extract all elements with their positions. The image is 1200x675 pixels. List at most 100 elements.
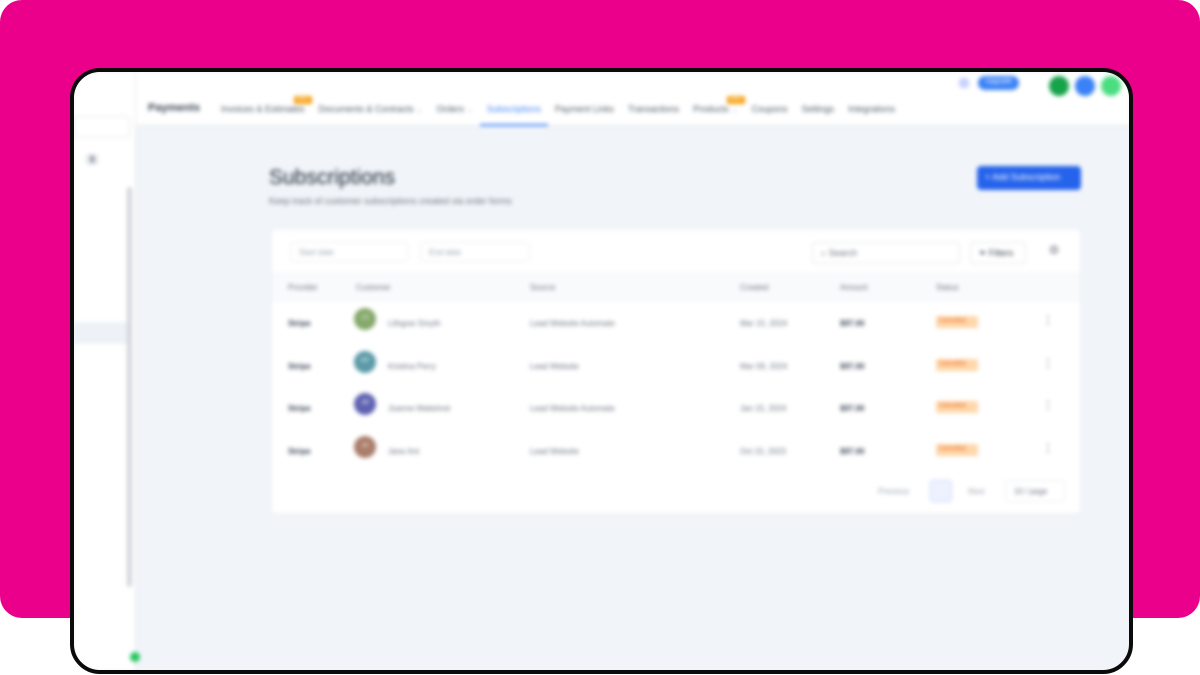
avatar: LS	[354, 308, 376, 330]
column-header-status[interactable]: Status	[936, 283, 959, 292]
tab-coupons[interactable]: Coupons	[745, 94, 795, 126]
source-cell: Lead Website	[530, 446, 579, 456]
table-row[interactable]: Stripe KP Kristina Perry Lead Website Mar 09…	[272, 345, 1080, 387]
sidebar-item-payments[interactable]	[74, 322, 132, 344]
more-options-icon[interactable]: ⋮	[1042, 356, 1054, 370]
tab-documents-contracts[interactable]: Documents & Contracts ⌄	[312, 94, 430, 126]
sidebar-balance: $	[82, 154, 130, 168]
tab-label: Coupons	[751, 104, 788, 114]
tab-integrations[interactable]: Integrations	[841, 94, 902, 126]
filter-icon: ⏷	[979, 248, 987, 258]
created-date: Jan 15, 2024	[740, 404, 787, 413]
filters-button[interactable]: ⏷ Filters	[970, 242, 1026, 264]
source-cell: Lead Website Automate	[530, 319, 615, 328]
customer-name[interactable]: Kristina Perry	[388, 362, 436, 371]
tab-invoices-estimates[interactable]: Invoices & Estimates NEW	[214, 94, 312, 126]
customer-name[interactable]: Lithgow Smyth	[388, 319, 440, 328]
pagination-previous[interactable]: Previous	[878, 487, 909, 496]
subscriptions-table-card: Start date End date ⌕ Search ⏷ Filters ⚙…	[271, 229, 1081, 514]
tab-transactions[interactable]: Transactions	[621, 94, 686, 126]
upgrade-button[interactable]: Upgrade	[978, 76, 1019, 90]
avatar: JM	[354, 393, 376, 415]
tab-settings[interactable]: Settings	[795, 94, 842, 126]
chevron-down-icon: ⌄	[416, 107, 423, 114]
table-row[interactable]: Stripe JA Jane Ant Lead Website Oct 15, 2023…	[272, 430, 1080, 472]
tab-subscriptions[interactable]: Subscriptions	[479, 94, 548, 126]
more-options-icon[interactable]: ⋮	[1042, 313, 1054, 327]
pagination-next[interactable]: Next	[968, 487, 984, 496]
page-brand: Payments	[148, 102, 200, 114]
column-header-amount[interactable]: Amount	[840, 283, 868, 292]
search-input[interactable]: ⌕ Search	[812, 242, 960, 264]
gear-icon[interactable]: ⚙	[1044, 243, 1064, 263]
status-badge: Cancelled	[936, 358, 978, 371]
tab-orders[interactable]: Orders ⌄	[429, 94, 479, 126]
tab-label: Products	[693, 104, 729, 114]
provider-cell: Stripe	[288, 446, 311, 456]
column-header-created[interactable]: Created	[740, 283, 768, 292]
table-header: Provider Customer Source Created Amount …	[272, 272, 1080, 302]
created-date: Oct 15, 2023	[740, 446, 786, 456]
column-header-provider[interactable]: Provider	[288, 283, 318, 292]
source-cell: Lead Website	[530, 361, 579, 371]
more-options-icon[interactable]: ⋮	[1042, 441, 1054, 455]
page-subtitle: Keep track of customer subscriptions cre…	[269, 196, 512, 206]
provider-cell: Stripe	[288, 404, 311, 413]
column-header-source[interactable]: Source	[530, 283, 555, 292]
column-header-customer[interactable]: Customer	[356, 283, 391, 292]
status-badge: Cancelled	[936, 316, 978, 328]
tab-label: Integrations	[848, 104, 896, 114]
created-date: Mar 15, 2024	[740, 319, 788, 328]
more-options-icon[interactable]: ⋮	[1042, 398, 1054, 412]
new-badge: NEW	[293, 96, 312, 104]
source-cell: Lead Website Automate	[530, 404, 615, 413]
provider-cell: Stripe	[288, 361, 311, 371]
page-title: Subscriptions	[269, 166, 396, 189]
new-badge: NEW	[726, 96, 745, 104]
tab-label: Subscriptions	[486, 104, 541, 114]
sidebar: $	[74, 72, 140, 670]
end-date-select[interactable]: End date	[420, 242, 530, 262]
user-avatar[interactable]	[1101, 76, 1121, 96]
tab-label: Documents & Contracts	[318, 104, 414, 114]
customer-name[interactable]: Jane Ant	[388, 447, 419, 456]
chevron-down-icon: ⌄	[731, 107, 738, 114]
sidebar-balance-tag: $	[86, 154, 99, 165]
tab-products[interactable]: Products ⌄ NEW	[686, 94, 745, 126]
tab-label: Invoices & Estimates	[221, 104, 305, 114]
customer-name[interactable]: Joanne Mattehret	[388, 404, 450, 413]
start-date-select[interactable]: Start date	[290, 242, 408, 262]
status-badge: Cancelled	[936, 443, 978, 456]
chevron-down-icon: ⌄	[466, 107, 473, 114]
avatar: KP	[354, 350, 376, 373]
add-subscription-button[interactable]: + Add Subscription	[977, 166, 1081, 190]
sidebar-location-select[interactable]	[74, 116, 130, 138]
upgrade-icon	[959, 78, 969, 88]
edit-icon[interactable]	[1075, 76, 1095, 96]
tab-label: Payment Links	[554, 104, 614, 114]
tab-payment-links[interactable]: Payment Links	[548, 94, 621, 126]
tab-label: Settings	[801, 104, 835, 114]
page-size-select[interactable]: 10 / page	[1005, 480, 1065, 502]
tab-list: Invoices & Estimates NEW Documents & Contr…	[214, 94, 902, 126]
created-date: Mar 09, 2024	[740, 361, 788, 371]
amount-cell: $97.00	[840, 319, 865, 328]
sidebar-scrollbar[interactable]	[127, 187, 132, 587]
device-frame: $ Payments Invoices & Estimates NEW Docume…	[70, 68, 1133, 674]
amount-cell: $97.00	[840, 404, 865, 413]
tab-label: Transactions	[627, 104, 680, 114]
search-placeholder: Search	[828, 248, 858, 258]
top-navigation: Payments Invoices & Estimates NEW Document…	[136, 72, 1129, 126]
amount-cell: $97.00	[840, 361, 865, 371]
tab-label: Orders	[436, 104, 464, 114]
provider-cell: Stripe	[288, 319, 311, 328]
table-row[interactable]: Stripe JM Joanne Mattehret Lead Website Aut…	[272, 387, 1080, 429]
avatar: JA	[354, 435, 376, 458]
search-icon: ⌕	[821, 248, 827, 258]
amount-cell: $97.00	[840, 446, 865, 456]
filters-label: Filters	[988, 248, 1014, 258]
table-row[interactable]: Stripe LS Lithgow Smyth Lead Website Automa…	[272, 302, 1080, 344]
status-badge: Cancelled	[936, 401, 978, 413]
pagination-page-current[interactable]	[930, 480, 952, 502]
phone-icon[interactable]	[1049, 76, 1069, 96]
